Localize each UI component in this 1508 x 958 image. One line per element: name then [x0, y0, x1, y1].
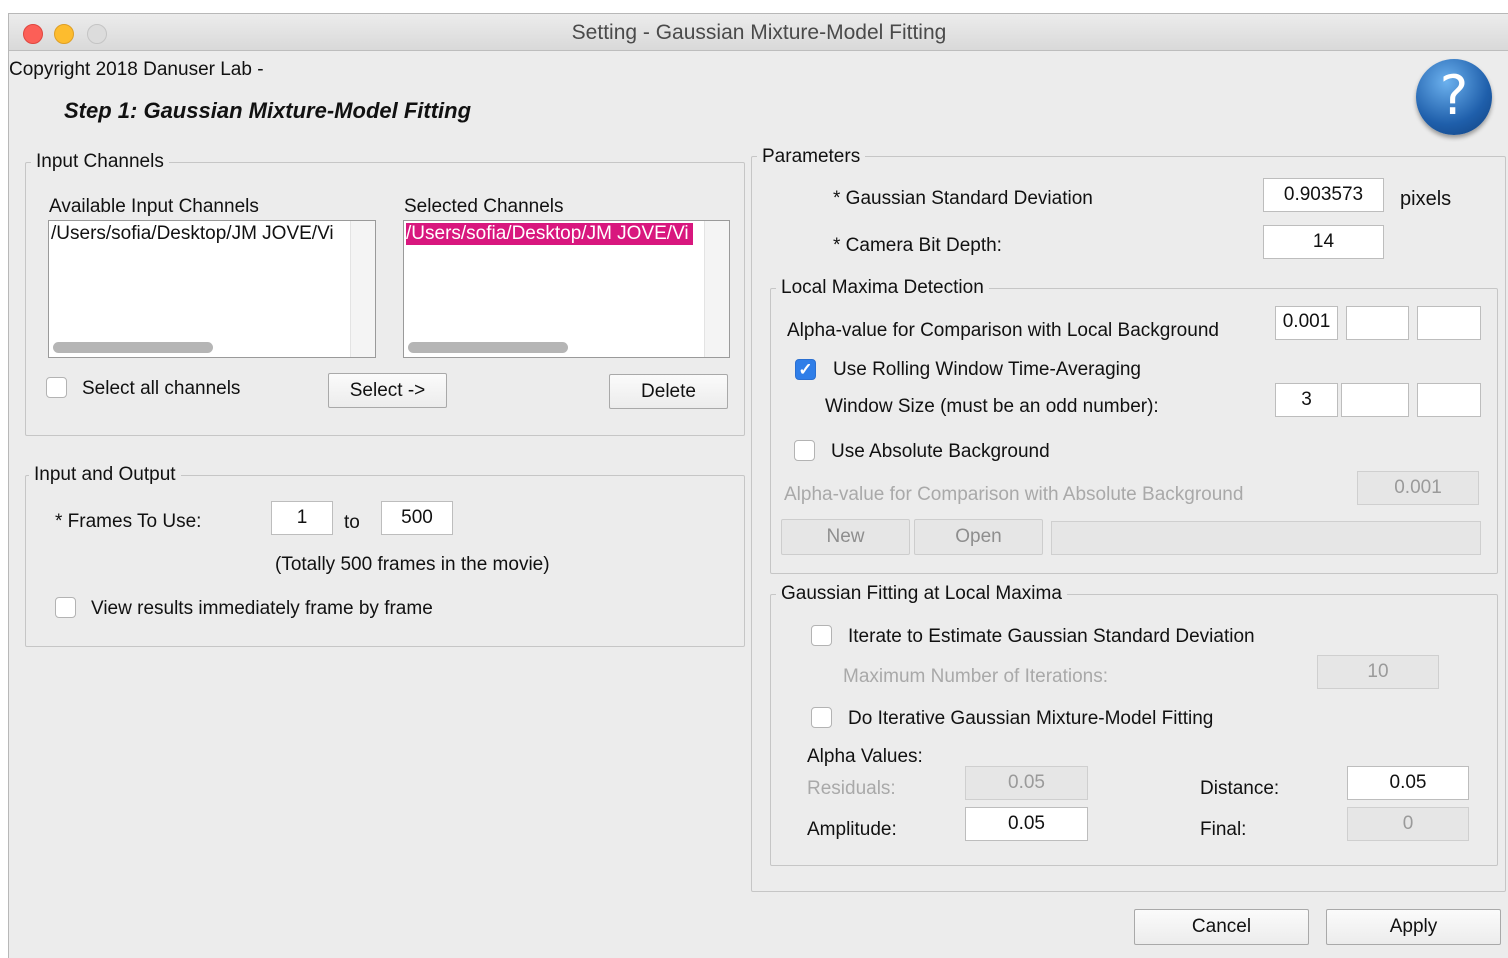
available-channels-label: Available Input Channels [49, 196, 259, 217]
total-frames-note: (Totally 500 frames in the movie) [275, 554, 550, 575]
alpha-local-input-2[interactable] [1346, 306, 1409, 340]
list-item[interactable]: /Users/sofia/Desktop/JM JOVE/Vi [51, 223, 334, 245]
final-label: Final: [1200, 819, 1247, 840]
max-iterations-input[interactable]: 10 [1317, 655, 1439, 689]
view-results-checkbox[interactable] [55, 597, 76, 618]
select-all-label: Select all channels [82, 378, 241, 399]
background-file-path-field[interactable] [1051, 521, 1481, 555]
window-size-input-3[interactable] [1417, 383, 1481, 417]
gaussian-std-input[interactable]: 0.903573 [1263, 178, 1384, 212]
frame-to-input[interactable]: 500 [381, 501, 453, 535]
horizontal-scrollbar[interactable] [408, 342, 568, 353]
iterate-std-label: Iterate to Estimate Gaussian Standard De… [848, 626, 1255, 647]
delete-button[interactable]: Delete [609, 374, 728, 409]
rolling-window-label: Use Rolling Window Time-Averaging [833, 359, 1141, 380]
alpha-local-input-3[interactable] [1417, 306, 1481, 340]
title-bar: Setting - Gaussian Mixture-Model Fitting [9, 14, 1508, 51]
alpha-absolute-input[interactable]: 0.001 [1357, 471, 1479, 505]
apply-button[interactable]: Apply [1326, 909, 1501, 945]
window-title: Setting - Gaussian Mixture-Model Fitting [571, 21, 947, 44]
gaussian-fitting-legend: Gaussian Fitting at Local Maxima [776, 583, 1067, 605]
pixels-unit-label: pixels [1400, 188, 1452, 210]
bit-depth-label: * Camera Bit Depth: [833, 235, 1002, 256]
frame-from-input[interactable]: 1 [271, 501, 333, 535]
alpha-values-label: Alpha Values: [807, 746, 923, 767]
local-maxima-legend: Local Maxima Detection [776, 277, 989, 299]
alpha-absolute-label: Alpha-value for Comparison with Absolute… [784, 484, 1244, 505]
view-results-label: View results immediately frame by frame [91, 598, 433, 619]
select-all-checkbox[interactable] [46, 377, 67, 398]
selected-channels-label: Selected Channels [404, 196, 564, 217]
window-size-input-1[interactable]: 3 [1275, 383, 1338, 417]
input-channels-legend: Input Channels [31, 151, 169, 173]
new-button[interactable]: New [781, 519, 910, 555]
frames-to-use-label: * Frames To Use: [55, 511, 202, 532]
help-icon[interactable]: ? [1416, 59, 1492, 135]
distance-input[interactable]: 0.05 [1347, 766, 1469, 800]
alpha-local-label: Alpha-value for Comparison with Local Ba… [787, 320, 1219, 341]
step-title: Step 1: Gaussian Mixture-Model Fitting [64, 98, 472, 123]
distance-label: Distance: [1200, 778, 1280, 799]
vertical-scroll-track[interactable] [350, 221, 375, 357]
residuals-label: Residuals: [807, 778, 896, 799]
amplitude-label: Amplitude: [807, 819, 897, 840]
absolute-background-checkbox[interactable] [794, 440, 815, 461]
iterative-gmm-label: Do Iterative Gaussian Mixture-Model Fitt… [848, 708, 1214, 729]
absolute-background-label: Use Absolute Background [831, 441, 1050, 462]
bit-depth-input[interactable]: 14 [1263, 225, 1384, 259]
select-button[interactable]: Select -> [328, 373, 447, 408]
input-output-legend: Input and Output [29, 464, 181, 486]
iterate-std-checkbox[interactable] [811, 625, 832, 646]
residuals-input[interactable]: 0.05 [965, 766, 1088, 800]
parameters-legend: Parameters [757, 146, 866, 168]
open-button[interactable]: Open [914, 519, 1043, 555]
final-input[interactable]: 0 [1347, 807, 1469, 841]
available-channels-list[interactable]: /Users/sofia/Desktop/JM JOVE/Vi [48, 220, 376, 358]
amplitude-input[interactable]: 0.05 [965, 807, 1088, 841]
alpha-local-input-1[interactable]: 0.001 [1275, 306, 1338, 340]
gaussian-std-label: * Gaussian Standard Deviation [833, 188, 1093, 209]
settings-window: Setting - Gaussian Mixture-Model Fitting… [8, 13, 1508, 958]
selected-channels-list[interactable]: /Users/sofia/Desktop/JM JOVE/Vi [403, 220, 730, 358]
cancel-button[interactable]: Cancel [1134, 909, 1309, 945]
window-size-label: Window Size (must be an odd number): [825, 396, 1159, 417]
iterative-gmm-checkbox[interactable] [811, 707, 832, 728]
list-item[interactable]: /Users/sofia/Desktop/JM JOVE/Vi [406, 223, 693, 245]
rolling-window-checkbox[interactable]: ✓ [795, 359, 816, 380]
max-iterations-label: Maximum Number of Iterations: [843, 666, 1109, 687]
window-size-input-2[interactable] [1341, 383, 1409, 417]
vertical-scroll-track[interactable] [704, 221, 729, 357]
copyright-text: Copyright 2018 Danuser Lab - [9, 59, 264, 80]
horizontal-scrollbar[interactable] [53, 342, 213, 353]
to-label: to [344, 512, 360, 533]
